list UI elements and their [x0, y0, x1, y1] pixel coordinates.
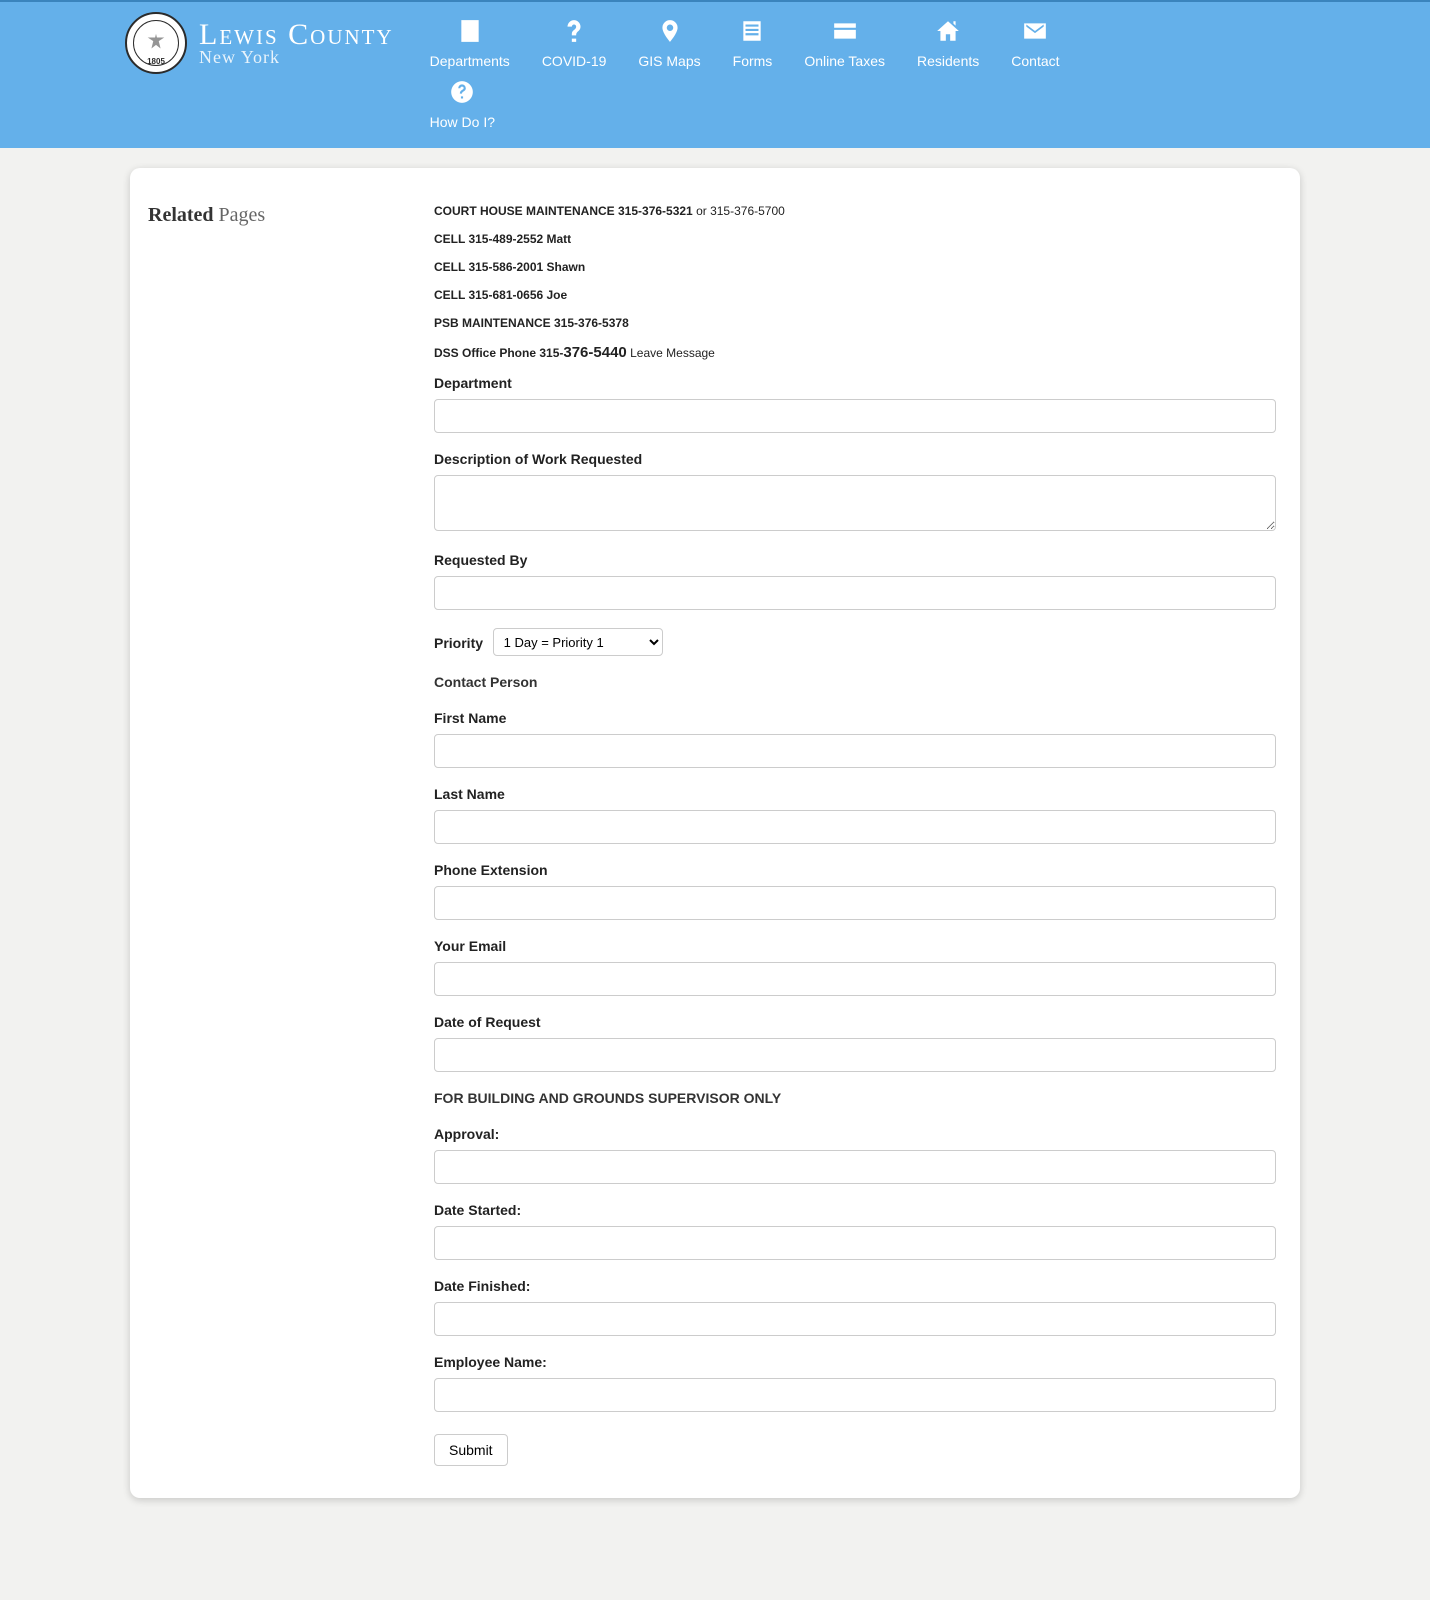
cell-joe: CELL 315-681-0656 Joe [434, 288, 1276, 302]
cell-matt: CELL 315-489-2552 Matt [434, 232, 1276, 246]
nav-label: Residents [917, 53, 979, 69]
credit-card-icon [804, 18, 885, 47]
label-approval: Approval: [434, 1126, 1276, 1142]
home-icon [917, 18, 979, 47]
courthouse-maintenance-line: COURT HOUSE MAINTENANCE 315-376-5321 or … [434, 204, 1276, 218]
label-priority: Priority [434, 635, 483, 651]
label-first-name: First Name [434, 710, 1276, 726]
cell-shawn: CELL 315-586-2001 Shawn [434, 260, 1276, 274]
input-date-started[interactable] [434, 1226, 1276, 1260]
sidebar-title-light: Pages [219, 204, 266, 226]
input-phone-extension[interactable] [434, 886, 1276, 920]
nav-forms[interactable]: Forms [717, 12, 789, 73]
nav-label: Forms [733, 53, 773, 69]
brand-title: Lewis County [199, 19, 394, 51]
input-department[interactable] [434, 399, 1276, 433]
map-marker-icon [638, 18, 700, 47]
nav-residents[interactable]: Residents [901, 12, 995, 73]
label-phone-extension: Phone Extension [434, 862, 1276, 878]
nav-online-taxes[interactable]: Online Taxes [788, 12, 901, 73]
input-last-name[interactable] [434, 810, 1276, 844]
main-nav: Departments COVID-19 GIS Maps Forms [414, 12, 1173, 134]
top-navigation: 1805 Lewis County New York Departments C… [0, 0, 1430, 148]
input-requested-by[interactable] [434, 576, 1276, 610]
nav-label: Departments [430, 53, 510, 69]
label-date-started: Date Started: [434, 1202, 1276, 1218]
input-first-name[interactable] [434, 734, 1276, 768]
label-description: Description of Work Requested [434, 451, 1276, 467]
nav-label: Contact [1011, 53, 1059, 69]
input-approval[interactable] [434, 1150, 1276, 1184]
county-seal-icon: 1805 [125, 12, 187, 74]
nav-label: How Do I? [430, 114, 495, 130]
nav-label: COVID-19 [542, 53, 607, 69]
envelope-icon [1011, 18, 1059, 47]
sidebar-title: Related Pages [148, 204, 418, 227]
brand-subtitle: New York [199, 48, 394, 67]
sidebar: Related Pages [148, 204, 428, 1466]
dss-note: Leave Message [627, 346, 715, 360]
psb-maintenance: PSB MAINTENANCE 315-376-5378 [434, 316, 1276, 330]
site-brand[interactable]: 1805 Lewis County New York [125, 12, 394, 74]
nav-contact[interactable]: Contact [995, 12, 1075, 73]
help-circle-icon [430, 79, 495, 108]
label-requested-by: Requested By [434, 552, 1276, 568]
input-employee-name[interactable] [434, 1378, 1276, 1412]
label-your-email: Your Email [434, 938, 1276, 954]
contact-info-block: COURT HOUSE MAINTENANCE 315-376-5321 or … [434, 204, 1276, 361]
submit-button[interactable]: Submit [434, 1434, 508, 1466]
input-date-request[interactable] [434, 1038, 1276, 1072]
sidebar-title-strong: Related [148, 204, 214, 226]
nav-label: Online Taxes [804, 53, 885, 69]
nav-label: GIS Maps [638, 53, 700, 69]
courthouse-phone-bold: COURT HOUSE MAINTENANCE 315-376-5321 [434, 204, 693, 218]
brand-text: Lewis County New York [199, 19, 394, 67]
input-date-finished[interactable] [434, 1302, 1276, 1336]
nav-departments[interactable]: Departments [414, 12, 526, 73]
main-content: COURT HOUSE MAINTENANCE 315-376-5321 or … [428, 204, 1282, 1466]
label-employee-name: Employee Name: [434, 1354, 1276, 1370]
label-date-finished: Date Finished: [434, 1278, 1276, 1294]
courthouse-phone-alt: or 315-376-5700 [693, 204, 785, 218]
label-date-request: Date of Request [434, 1014, 1276, 1030]
nav-covid[interactable]: COVID-19 [526, 12, 623, 73]
nav-how-do-i[interactable]: How Do I? [414, 73, 511, 134]
forms-icon [733, 18, 773, 47]
building-icon [430, 18, 510, 47]
dss-phone: 376-5440 [563, 344, 626, 361]
input-your-email[interactable] [434, 962, 1276, 996]
section-supervisor-only: FOR BUILDING AND GROUNDS SUPERVISOR ONLY [434, 1090, 1276, 1106]
dss-prefix: DSS Office Phone 315- [434, 346, 563, 360]
section-contact-person: Contact Person [434, 674, 1276, 690]
dss-office: DSS Office Phone 315-376-5440 Leave Mess… [434, 344, 1276, 361]
seal-year: 1805 [147, 57, 165, 66]
question-icon [542, 18, 607, 47]
select-priority[interactable]: 1 Day = Priority 1 [493, 628, 663, 656]
nav-gis-maps[interactable]: GIS Maps [622, 12, 716, 73]
content-card: Related Pages COURT HOUSE MAINTENANCE 31… [130, 168, 1300, 1498]
label-last-name: Last Name [434, 786, 1276, 802]
label-department: Department [434, 375, 1276, 391]
input-description[interactable] [434, 475, 1276, 531]
